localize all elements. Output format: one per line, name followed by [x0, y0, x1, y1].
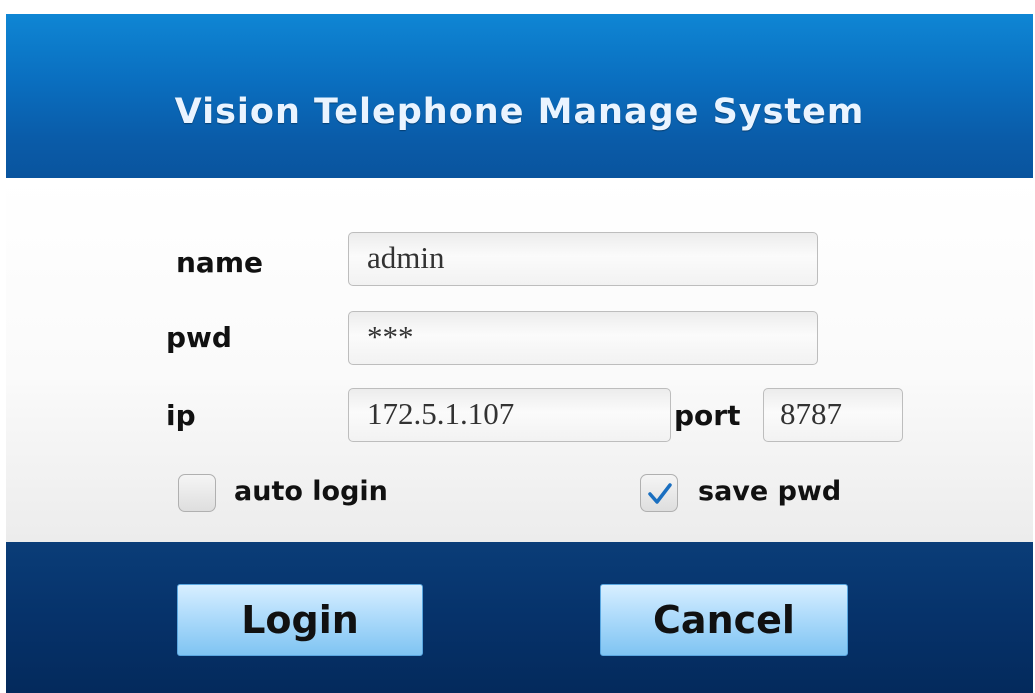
port-input[interactable]: 8787: [763, 388, 903, 442]
password-input[interactable]: ***: [348, 311, 818, 365]
login-window: Vision Telephone Manage System name admi…: [0, 0, 1035, 693]
save-pwd-label: save pwd: [698, 476, 842, 507]
pwd-label: pwd: [166, 321, 232, 354]
login-button[interactable]: Login: [177, 584, 423, 656]
ip-label: ip: [166, 399, 196, 432]
save-pwd-checkbox[interactable]: [640, 474, 678, 512]
checkmark-icon: [648, 483, 672, 504]
title-banner: Vision Telephone Manage System: [6, 14, 1033, 178]
button-bar: Login Cancel: [6, 542, 1033, 693]
cancel-button[interactable]: Cancel: [600, 584, 848, 656]
app-title: Vision Telephone Manage System: [174, 92, 865, 132]
port-label: port: [674, 399, 741, 432]
ip-input[interactable]: 172.5.1.107: [348, 388, 671, 442]
auto-login-checkbox[interactable]: [178, 474, 216, 512]
name-input[interactable]: admin: [348, 232, 818, 286]
name-label: name: [176, 246, 263, 279]
auto-login-label: auto login: [234, 476, 388, 507]
login-form: name admin pwd *** ip 172.5.1.107 port 8…: [6, 178, 1033, 542]
